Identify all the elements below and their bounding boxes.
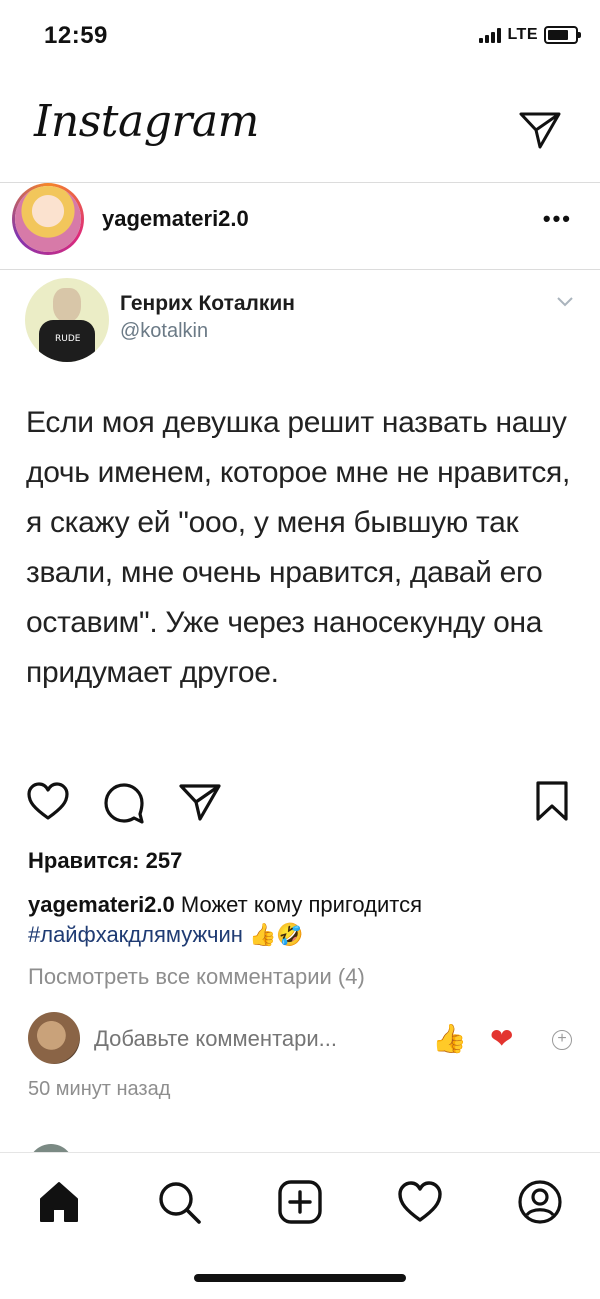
caption-username[interactable]: yagemateri2.0 [28,892,175,917]
profile-icon[interactable] [517,1179,563,1225]
view-all-comments-link[interactable]: Посмотреть все комментарии (4) [28,964,365,990]
home-icon[interactable] [36,1179,82,1225]
tweet-author-name: Генрих Коталкин [120,292,295,315]
chevron-down-icon [557,297,573,307]
home-indicator [194,1274,406,1282]
post-timestamp: 50 минут назад [28,1078,171,1100]
activity-icon[interactable] [397,1179,443,1225]
status-indicators: LTE [479,26,581,44]
share-paper-plane-icon[interactable] [178,782,222,822]
tweet-author-avatar: RUDE [25,278,109,362]
header-divider [0,182,600,183]
quick-reaction-heart[interactable]: ❤ [490,1022,513,1055]
status-time: 12:59 [44,22,108,49]
new-post-icon[interactable] [277,1179,323,1225]
post-image-top-border [0,269,600,270]
like-heart-icon[interactable] [26,782,70,822]
current-user-avatar [28,1012,80,1064]
add-comment-input[interactable] [94,1026,414,1052]
caption-emojis: 👍🤣 [242,922,304,947]
bookmark-icon[interactable] [534,780,570,822]
post-author-avatar[interactable] [12,183,84,255]
network-type: LTE [507,26,538,43]
instagram-logo: Instagram [34,96,259,147]
caption-text: Может кому пригодится [174,892,423,917]
tweet-author-handle: @kotalkin [120,320,209,342]
comment-bubble-icon[interactable] [102,782,146,824]
search-icon[interactable] [156,1179,202,1225]
add-reaction-icon[interactable]: + [552,1030,572,1050]
quick-reaction-thumbs-up[interactable]: 👍 [432,1022,467,1055]
post-author-username[interactable]: yagemateri2.0 [102,206,249,232]
post-caption: yagemateri2.0 Может кому пригодится #лай… [28,890,578,950]
signal-icon [479,27,502,43]
likes-count[interactable]: Нравится: 257 [28,848,182,874]
caption-hashtag[interactable]: #лайфхакдлямужчин [28,922,243,947]
battery-icon [544,26,581,44]
tweet-text: Если моя девушка решит назвать нашу дочь… [26,406,571,689]
paper-plane-icon[interactable] [518,110,562,150]
more-options-icon[interactable]: ••• [543,206,572,232]
